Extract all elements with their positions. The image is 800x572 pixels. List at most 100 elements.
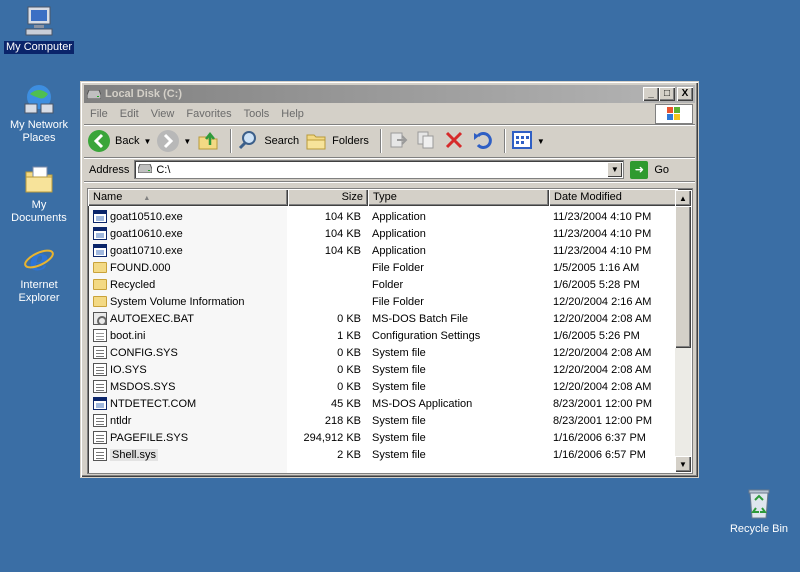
table-row[interactable]: goat10610.exe 104 KB Application 11/23/2004…: [89, 225, 677, 242]
table-row[interactable]: boot.ini 1 KB Configuration Settings 1/6/20…: [89, 327, 677, 344]
computer-icon: [22, 4, 56, 38]
menu-file[interactable]: File: [84, 108, 114, 120]
file-type: Application: [372, 210, 426, 223]
file-name: PAGEFILE.SYS: [110, 431, 189, 444]
table-row[interactable]: FOUND.000 File Folder 1/5/2005 1:16 AM: [89, 259, 677, 276]
table-row[interactable]: IO.SYS 0 KB System file 12/20/2004 2:08 AM: [89, 361, 677, 378]
file-date: 1/6/2005 5:26 PM: [553, 329, 640, 342]
forward-button[interactable]: ▼: [157, 130, 191, 152]
system-file-icon: [93, 431, 107, 444]
chevron-down-icon[interactable]: ▼: [183, 137, 191, 146]
table-row[interactable]: goat10510.exe 104 KB Application 11/23/2004…: [89, 208, 677, 225]
move-to-button[interactable]: [387, 129, 409, 154]
file-name: goat10710.exe: [110, 244, 183, 257]
close-button[interactable]: X: [677, 87, 693, 101]
delete-button[interactable]: [443, 129, 465, 154]
copy-to-button[interactable]: [415, 129, 437, 154]
back-button[interactable]: Back ▼: [88, 130, 151, 152]
file-name: FOUND.000: [110, 261, 171, 274]
file-size: 294,912 KB: [303, 431, 362, 444]
column-header-name-label: Name: [93, 191, 123, 203]
search-button[interactable]: Search: [237, 129, 299, 154]
toolbar-separator: [379, 129, 382, 153]
views-button[interactable]: ▼: [511, 129, 545, 154]
file-name: Recycled: [110, 278, 156, 291]
table-row[interactable]: ntldr 218 KB System file 8/23/2001 12:00 PM: [89, 412, 677, 429]
address-value: C:\: [156, 163, 171, 176]
scroll-down-button[interactable]: ▼: [675, 456, 691, 472]
scroll-thumb[interactable]: [675, 206, 691, 348]
address-dropdown-button[interactable]: ▼: [607, 162, 623, 177]
search-label: Search: [264, 135, 300, 147]
menu-favorites[interactable]: Favorites: [180, 108, 237, 120]
explorer-window[interactable]: Local Disk (C:) _ □ X File Edit View Fav…: [80, 81, 699, 478]
folders-icon: [305, 129, 327, 154]
column-header-date-modified[interactable]: Date Modified: [549, 189, 678, 206]
maximize-button[interactable]: □: [659, 87, 675, 101]
file-size: 104 KB: [324, 210, 361, 223]
file-date: 8/23/2001 12:00 PM: [553, 414, 653, 427]
file-date: 12/20/2004 2:08 AM: [553, 363, 652, 376]
table-row[interactable]: CONFIG.SYS 0 KB System file 12/20/2004 2:08…: [89, 344, 677, 361]
toolbar-separator: [230, 129, 233, 153]
title-bar[interactable]: Local Disk (C:) _ □ X: [84, 85, 695, 103]
table-row[interactable]: Shell.sys 2 KB System file 1/16/2006 6:57 P…: [89, 446, 677, 463]
table-row[interactable]: AUTOEXEC.BAT 0 KB MS-DOS Batch File 12/20/2…: [89, 310, 677, 327]
minimize-button[interactable]: _: [643, 87, 659, 101]
file-date: 1/16/2006 6:57 PM: [553, 448, 646, 461]
address-label: Address: [89, 163, 130, 176]
menu-help[interactable]: Help: [275, 108, 310, 120]
column-header-type[interactable]: Type: [368, 189, 549, 206]
application-file-icon: [93, 397, 107, 410]
menu-edit[interactable]: Edit: [114, 108, 145, 120]
file-size: 0 KB: [337, 363, 361, 376]
system-file-icon: [93, 363, 107, 376]
column-header-name[interactable]: Name ▲: [88, 189, 288, 206]
column-header-type-label: Type: [373, 191, 397, 203]
file-size: 0 KB: [337, 380, 361, 393]
chevron-down-icon[interactable]: ▼: [143, 137, 151, 146]
file-date: 12/20/2004 2:08 AM: [553, 380, 652, 393]
file-size: 104 KB: [324, 227, 361, 240]
table-row[interactable]: goat10710.exe 104 KB Application 11/23/2004…: [89, 242, 677, 259]
file-list[interactable]: Name ▲ Size Type Date Modified goat10510…: [87, 188, 693, 474]
chevron-down-icon[interactable]: ▼: [537, 137, 545, 146]
undo-button[interactable]: [471, 129, 493, 154]
desktop-icon-my-network-places[interactable]: My Network Places: [1, 82, 77, 145]
file-rows: goat10510.exe 104 KB Application 11/23/2004…: [89, 208, 677, 463]
forward-arrow-icon: [157, 130, 180, 152]
desktop-icon-my-computer[interactable]: My Computer: [1, 4, 77, 54]
file-date: 12/20/2004 2:08 AM: [553, 346, 652, 359]
go-button[interactable]: ➜ Go: [630, 160, 669, 179]
desktop-icon-my-documents[interactable]: My Documents: [1, 162, 77, 225]
column-header-size-label: Size: [341, 191, 363, 203]
table-row[interactable]: MSDOS.SYS 0 KB System file 12/20/2004 2:08 …: [89, 378, 677, 395]
file-size: 0 KB: [337, 346, 361, 359]
file-type: System file: [372, 380, 426, 393]
folders-label: Folders: [332, 135, 369, 147]
menu-bar: File Edit View Favorites Tools Help: [84, 103, 695, 125]
desktop-icon-recycle-bin[interactable]: Recycle Bin: [721, 486, 797, 536]
file-size: 218 KB: [324, 414, 361, 427]
up-folder-button[interactable]: [197, 129, 219, 154]
table-row[interactable]: System Volume Information File Folder 12/2…: [89, 293, 677, 310]
desktop-icon-internet-explorer[interactable]: e Internet Explorer: [1, 242, 77, 305]
file-date: 12/20/2004 2:16 AM: [553, 295, 652, 308]
folders-button[interactable]: Folders: [305, 129, 369, 154]
table-row[interactable]: Recycled Folder 1/6/2005 5:28 PM: [89, 276, 677, 293]
file-type: Application: [372, 244, 426, 257]
folder-icon: [93, 296, 107, 307]
desktop-icon-label: My Documents: [11, 199, 67, 224]
network-places-icon: [22, 82, 56, 116]
up-folder-icon: [197, 129, 219, 154]
address-input[interactable]: C:\ ▼: [134, 160, 625, 179]
column-header-size[interactable]: Size: [288, 189, 368, 206]
table-row[interactable]: NTDETECT.COM 45 KB MS-DOS Application 8/23/…: [89, 395, 677, 412]
menu-view[interactable]: View: [145, 108, 181, 120]
vertical-scrollbar[interactable]: ▲ ▼: [675, 190, 691, 472]
table-row[interactable]: PAGEFILE.SYS 294,912 KB System file 1/16/20…: [89, 429, 677, 446]
scroll-up-button[interactable]: ▲: [675, 190, 691, 206]
back-label: Back: [115, 135, 140, 147]
menu-tools[interactable]: Tools: [238, 108, 276, 120]
move-to-icon: [387, 129, 409, 154]
